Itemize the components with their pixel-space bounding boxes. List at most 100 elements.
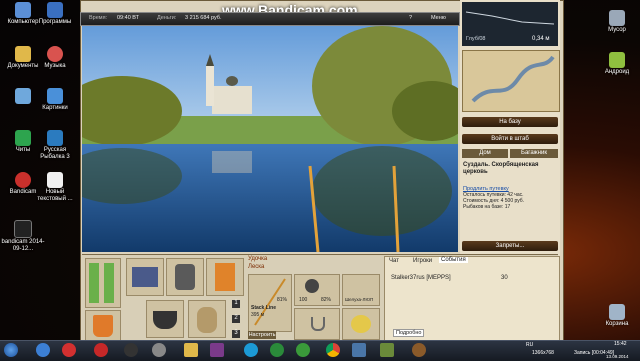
- clock-date[interactable]: 13.09.2014: [606, 354, 629, 359]
- tab-home[interactable]: Дом: [462, 149, 508, 158]
- vk-icon[interactable]: [352, 343, 366, 357]
- notebook-slot[interactable]: [206, 258, 244, 296]
- depth-value: 0,34 м: [532, 36, 550, 42]
- depth-graph: Глуб/08 0,34 м: [462, 2, 558, 46]
- utorrent-icon[interactable]: [296, 343, 310, 357]
- start-button[interactable]: [4, 343, 18, 357]
- desktop-icon-android[interactable]: Андроид: [594, 52, 640, 76]
- tackle-box-icon: [132, 267, 158, 287]
- desktop-icon-pictures[interactable]: Картинки: [32, 88, 78, 112]
- recycle-bin-icon: [609, 304, 625, 320]
- tab-events[interactable]: События: [439, 257, 468, 263]
- chat-panel: Чат Игроки События Stalker37rus [MEPPS] …: [384, 256, 560, 342]
- file-manager-icon[interactable]: [380, 343, 394, 357]
- reel-icon: [305, 279, 319, 293]
- quick-slot-1[interactable]: 1: [232, 300, 240, 308]
- backpack-icon: [175, 264, 195, 290]
- bucket-slot[interactable]: [85, 310, 121, 342]
- reel-value: 100: [299, 297, 308, 303]
- quick-slot-2[interactable]: 2: [232, 315, 240, 323]
- energy-bar: [89, 263, 99, 303]
- notebook-icon: [215, 263, 235, 291]
- explorer-icon[interactable]: [184, 343, 198, 357]
- reel-slot[interactable]: 100 82%: [294, 274, 340, 306]
- desktop-icon-russian-fishing[interactable]: Русская Рыбалка 3: [32, 130, 78, 161]
- line-tab[interactable]: Леска: [248, 264, 264, 270]
- enter-hq-button[interactable]: Войти в штаб: [462, 134, 558, 144]
- energy-bars: [85, 258, 121, 308]
- map-thumbnail[interactable]: [462, 50, 560, 112]
- desktop-icon-label: Картинки: [42, 105, 68, 111]
- fishers-count: Рыбаков на базе: 17: [463, 204, 511, 210]
- desktop-icon-bandicam-video[interactable]: bandicam 2014-09-12...: [0, 220, 46, 253]
- downloader-icon[interactable]: [270, 343, 284, 357]
- desktop-icon-label: Андроид: [604, 69, 630, 75]
- game-topbar: Время: 09:40 ВТ Деньги: 3 215 684 руб. ?…: [80, 12, 460, 26]
- details-button[interactable]: Подробно: [393, 329, 425, 337]
- player-name[interactable]: Stalker37rus [MEPPS]: [391, 275, 451, 281]
- bait-slot[interactable]: Шелуха-ЛЮП: [342, 274, 380, 306]
- groundbait-icon: [351, 315, 371, 333]
- rod-percent: 81%: [277, 297, 288, 303]
- food-slot[interactable]: [146, 300, 184, 338]
- scene-image: [82, 16, 458, 252]
- opera-alt-icon[interactable]: [94, 343, 108, 357]
- media-icon[interactable]: [124, 343, 138, 357]
- reel-percent: 82%: [321, 297, 332, 303]
- desktop-icon-programs[interactable]: Программы: [32, 2, 78, 26]
- desktop-icon-text-file[interactable]: Новый текстовый ...: [32, 172, 78, 203]
- chrome-icon[interactable]: [326, 343, 340, 357]
- skype-icon[interactable]: [244, 343, 258, 357]
- fishing-game-icon[interactable]: [412, 343, 426, 357]
- tab-baggage[interactable]: Багажник: [510, 149, 558, 158]
- desktop-icon-label: Музыка: [44, 63, 66, 69]
- groundbait-slot[interactable]: [342, 308, 380, 340]
- sack-slot[interactable]: [188, 300, 226, 338]
- ie-icon[interactable]: [36, 343, 50, 357]
- time-label: Время:: [89, 15, 108, 21]
- language-indicator[interactable]: RU: [526, 342, 533, 348]
- bandicam-icon: [15, 172, 31, 188]
- desktop-icon-music[interactable]: Музыка: [32, 46, 78, 70]
- pictures-icon: [47, 88, 63, 104]
- location-info: Суздаль. Скорбященская церковь Продлить …: [463, 162, 557, 236]
- resolution-readout: 1366x768: [532, 350, 554, 356]
- game-icon[interactable]: [210, 343, 224, 357]
- text-file-icon: [47, 172, 63, 188]
- help-button[interactable]: ?: [409, 15, 412, 21]
- setup-button[interactable]: Настроить: [248, 331, 276, 339]
- tackle-box-slot[interactable]: [126, 258, 164, 296]
- rod-tab[interactable]: Удочка: [248, 256, 267, 262]
- satiety-bar: [104, 263, 114, 303]
- river-path: [471, 55, 555, 103]
- player-count: 30: [501, 275, 508, 281]
- clock-time[interactable]: 15:42: [614, 341, 627, 347]
- desktop-icon-label: Программы: [38, 19, 72, 25]
- opera-icon[interactable]: [62, 343, 76, 357]
- bans-button[interactable]: Запреты...: [462, 241, 558, 251]
- settings-icon[interactable]: [152, 343, 166, 357]
- fishing-scene[interactable]: [82, 16, 458, 252]
- bait-name: Шелуха-ЛЮП: [345, 297, 374, 302]
- game-time: 09:40 ВТ: [117, 15, 139, 21]
- hook-slot[interactable]: [294, 308, 340, 340]
- depth-label: Глуб/08: [466, 36, 486, 42]
- menu-button[interactable]: Меню: [431, 15, 446, 21]
- hook-icon: [311, 317, 325, 331]
- desktop-icon-label: Корзина: [605, 321, 629, 327]
- sack-icon: [197, 307, 217, 333]
- rod-slot[interactable]: Stack Line 395 м 81%: [248, 274, 292, 332]
- backpack-slot[interactable]: [166, 258, 204, 296]
- tab-chat[interactable]: Чат: [389, 258, 399, 264]
- trash-icon: [609, 10, 625, 26]
- game-icon: [47, 130, 63, 146]
- quick-slot-3[interactable]: 3: [232, 330, 240, 338]
- rod-icon: [254, 278, 286, 326]
- line-name: Stack Line: [251, 305, 277, 311]
- desktop-icon-label: Мусор: [608, 27, 626, 33]
- desktop-icon-recycle-bin[interactable]: Корзина: [594, 304, 640, 328]
- tab-players[interactable]: Игроки: [413, 258, 432, 264]
- desktop-icon-label: Читы: [15, 147, 31, 153]
- desktop-icon-trash-folder[interactable]: Мусор: [594, 10, 640, 34]
- to-base-button[interactable]: На базу: [462, 117, 558, 127]
